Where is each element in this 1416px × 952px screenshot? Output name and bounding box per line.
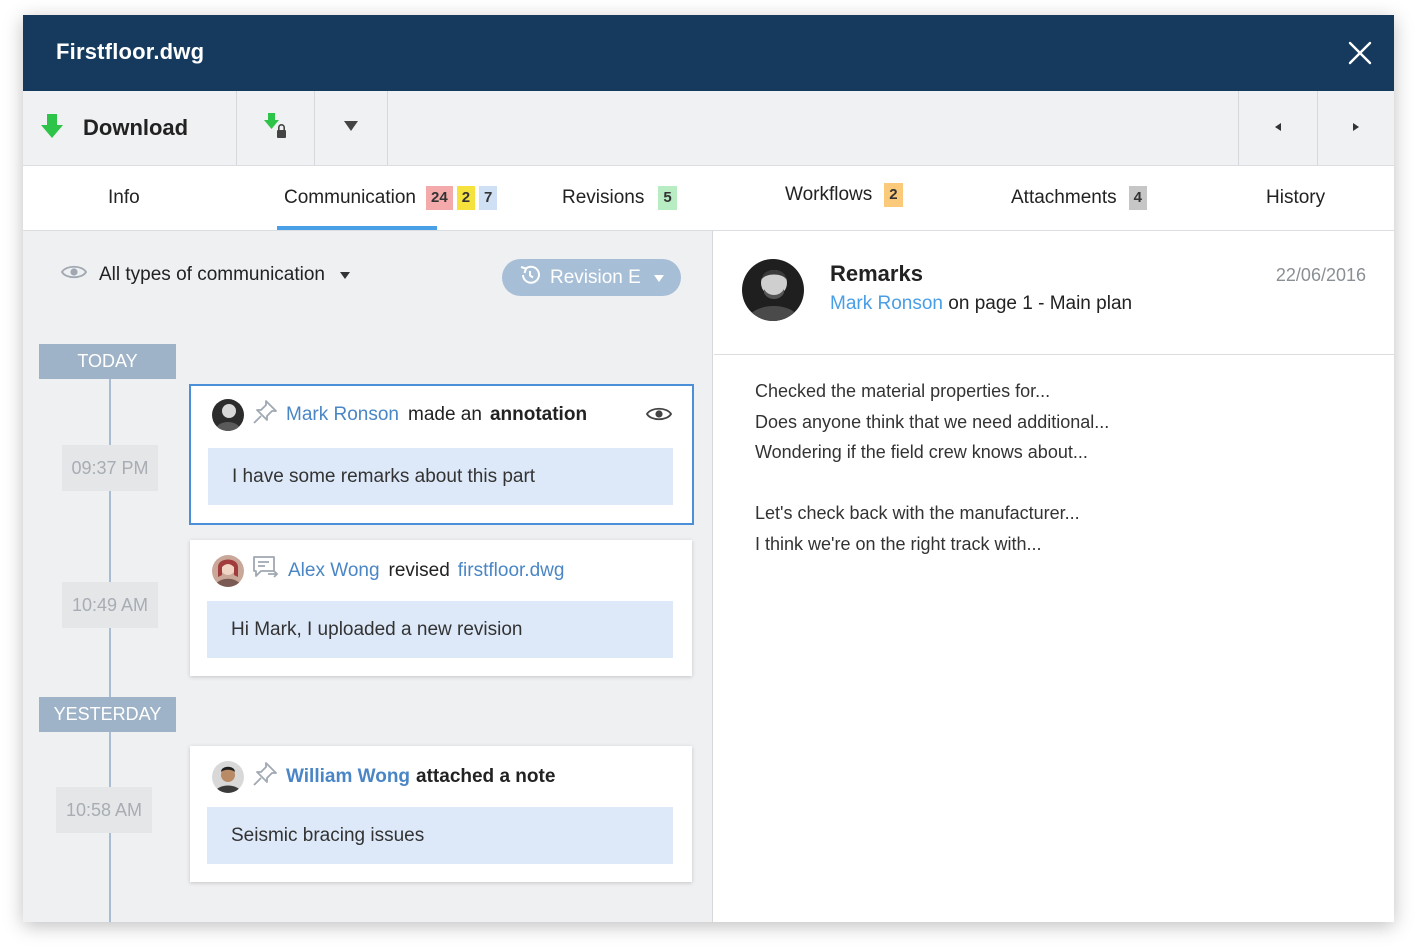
communication-item[interactable]: William Wong attached a note Seismic bra… bbox=[190, 746, 692, 882]
remark-line: Wondering if the field crew knows about.… bbox=[755, 442, 1088, 462]
avatar bbox=[212, 399, 244, 431]
remark-line: I think we're on the right track with... bbox=[755, 533, 1042, 554]
avatar bbox=[742, 259, 804, 321]
caret-left-icon bbox=[1273, 119, 1283, 137]
detail-panel: Remarks Mark Ronson on page 1 - Main pla… bbox=[714, 231, 1394, 922]
previous-button[interactable] bbox=[1238, 91, 1318, 165]
revision-comment-icon bbox=[252, 555, 280, 587]
avatar bbox=[212, 761, 244, 793]
remark-line: Checked the material properties for... bbox=[755, 381, 1051, 401]
timestamp: 09:37 PM bbox=[62, 445, 158, 491]
tab-communication[interactable]: Communication 24 2 7 bbox=[277, 166, 498, 230]
more-options-dropdown[interactable] bbox=[315, 91, 388, 165]
tab-label: Attachments bbox=[1011, 187, 1117, 208]
filter-label: All types of communication bbox=[99, 264, 325, 285]
file-dialog: Firstfloor.dwg Download Info Communicati… bbox=[23, 15, 1394, 922]
detail-date: 22/06/2016 bbox=[1275, 265, 1366, 285]
revision-selector[interactable]: Revision E bbox=[502, 259, 681, 296]
timestamp: 10:49 AM bbox=[62, 582, 158, 628]
user-link[interactable]: Mark Ronson bbox=[286, 404, 399, 426]
detail-title: Remarks bbox=[830, 261, 923, 286]
message-body: I have some remarks about this part bbox=[208, 448, 673, 505]
user-link[interactable]: William Wong bbox=[286, 766, 410, 788]
caret-right-icon bbox=[1351, 119, 1361, 137]
count-badge: 2 bbox=[456, 186, 476, 210]
user-link[interactable]: Mark Ronson bbox=[830, 293, 943, 314]
detail-body: Checked the material properties for... D… bbox=[755, 376, 1109, 559]
tab-label: Workflows bbox=[785, 184, 873, 205]
pin-icon bbox=[252, 761, 278, 793]
active-tab-indicator bbox=[277, 226, 437, 230]
tab-label: Info bbox=[108, 187, 140, 208]
action-text: attached a note bbox=[416, 766, 556, 787]
download-label: Download bbox=[83, 115, 189, 140]
tab-revisions[interactable]: Revisions 5 bbox=[562, 166, 677, 230]
avatar bbox=[212, 555, 244, 587]
action-text: made an bbox=[408, 404, 482, 425]
remark-line bbox=[755, 468, 1109, 499]
action-text: revised bbox=[388, 560, 450, 581]
history-icon bbox=[518, 263, 542, 293]
file-link[interactable]: firstfloor.dwg bbox=[458, 560, 565, 582]
action-object: annotation bbox=[489, 404, 588, 425]
tab-info[interactable]: Info bbox=[108, 166, 140, 230]
day-label-yesterday: YESTERDAY bbox=[39, 697, 176, 732]
toolbar: Download bbox=[23, 91, 1394, 166]
count-badge: 4 bbox=[1128, 186, 1147, 210]
timestamp: 10:58 AM bbox=[56, 787, 152, 833]
tab-attachments[interactable]: Attachments 4 bbox=[1011, 166, 1147, 230]
title-bar: Firstfloor.dwg bbox=[23, 15, 1394, 91]
close-icon[interactable] bbox=[1346, 39, 1374, 67]
tab-label: History bbox=[1266, 187, 1326, 208]
item-header: Alex Wong revised firstfloor.dwg bbox=[212, 554, 672, 588]
detail-subtitle: Mark Ronson on page 1 - Main plan bbox=[830, 293, 1132, 315]
tab-bar: Info Communication 24 2 7 Revisions 5 Wo… bbox=[23, 166, 1394, 231]
message-body: Seismic bracing issues bbox=[207, 807, 673, 864]
communication-item[interactable]: Alex Wong revised firstfloor.dwg Hi Mark… bbox=[190, 540, 692, 676]
item-header: Mark Ronson made an annotation bbox=[212, 398, 673, 432]
eye-icon bbox=[60, 263, 88, 287]
count-badge: 5 bbox=[658, 186, 677, 210]
tab-label: Communication bbox=[284, 187, 416, 208]
window-title: Firstfloor.dwg bbox=[56, 39, 205, 64]
communication-item[interactable]: Mark Ronson made an annotation I have so… bbox=[189, 384, 694, 525]
download-button[interactable]: Download bbox=[23, 91, 237, 165]
pin-icon bbox=[252, 399, 278, 431]
detail-location: on page 1 - Main plan bbox=[948, 293, 1133, 314]
caret-down-icon bbox=[343, 119, 359, 137]
tab-history[interactable]: History bbox=[1266, 166, 1325, 230]
day-label-today: TODAY bbox=[39, 344, 176, 379]
next-button[interactable] bbox=[1318, 91, 1394, 165]
remark-line: Does anyone think that we need additiona… bbox=[755, 411, 1110, 432]
tab-label: Revisions bbox=[562, 187, 645, 208]
item-header: William Wong attached a note bbox=[212, 760, 672, 794]
detail-header: Remarks Mark Ronson on page 1 - Main pla… bbox=[714, 231, 1394, 355]
tab-workflows[interactable]: Workflows 2 bbox=[785, 163, 903, 227]
count-badge: 24 bbox=[426, 186, 453, 210]
remark-line: Let's check back with the manufacturer..… bbox=[755, 503, 1080, 523]
message-body: Hi Mark, I uploaded a new revision bbox=[207, 601, 673, 658]
caret-down-icon bbox=[653, 267, 665, 289]
download-arrow-icon bbox=[39, 112, 65, 145]
count-badge: 2 bbox=[884, 183, 903, 207]
download-lock-icon bbox=[261, 111, 291, 146]
communication-type-filter[interactable]: All types of communication bbox=[60, 263, 351, 287]
count-badge: 7 bbox=[479, 186, 498, 210]
revision-label: Revision E bbox=[550, 266, 641, 288]
communication-panel: All types of communication Revision E TO… bbox=[23, 231, 713, 922]
caret-down-icon bbox=[339, 264, 351, 286]
eye-icon[interactable] bbox=[645, 405, 673, 429]
user-link[interactable]: Alex Wong bbox=[288, 560, 380, 582]
locked-download-button[interactable] bbox=[237, 91, 315, 165]
